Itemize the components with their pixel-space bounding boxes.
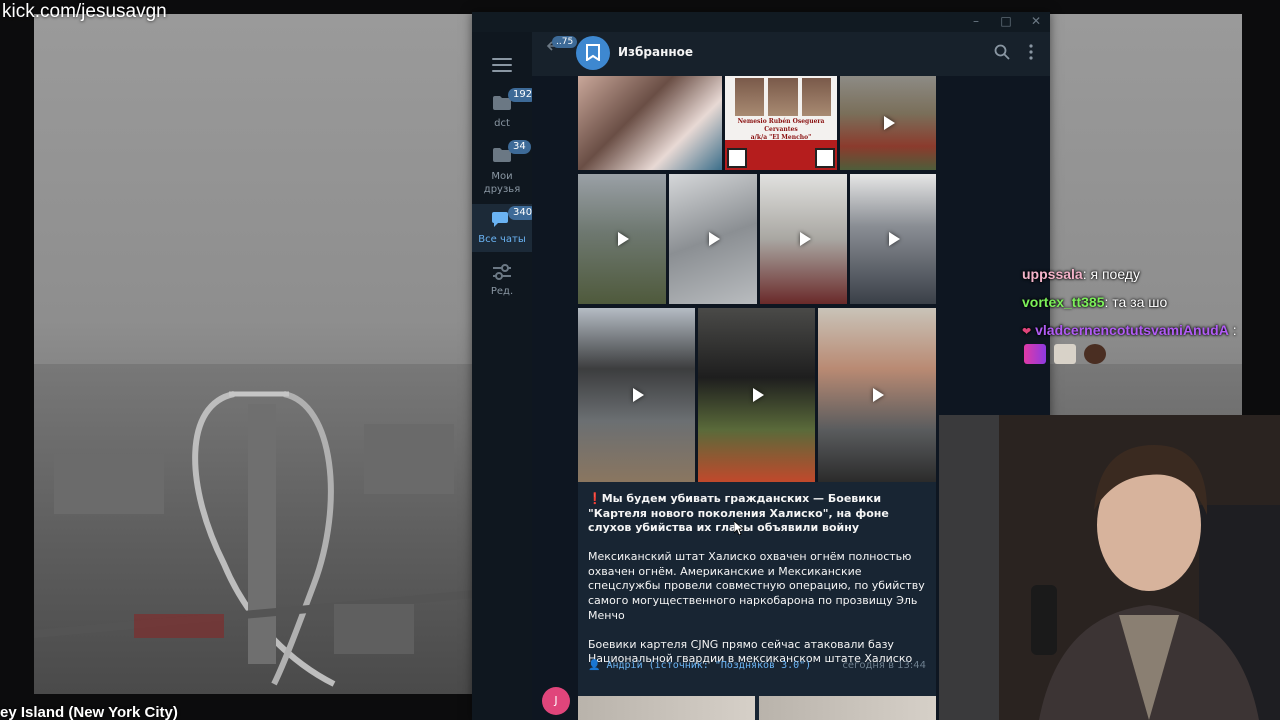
minimize-button[interactable]: – bbox=[966, 14, 986, 28]
chat-message: uppssala: я поеду bbox=[1022, 266, 1140, 282]
wanted-poster-photo[interactable]: Nemesio Rubén Oseguera Cervantes a/k/a "… bbox=[725, 76, 837, 170]
folder-icon: 192 bbox=[492, 88, 538, 112]
play-icon[interactable] bbox=[700, 226, 726, 252]
next-message-media[interactable] bbox=[578, 696, 936, 720]
window-titlebar: – □ ✕ bbox=[472, 12, 1050, 32]
location-caption: ey Island (New York City) bbox=[0, 704, 178, 720]
folder-label: dct bbox=[494, 118, 510, 129]
play-icon[interactable] bbox=[880, 226, 906, 252]
streamer-illustration bbox=[939, 415, 1280, 720]
chat-message: vortex_tt385: та за шо bbox=[1022, 294, 1167, 310]
media-video[interactable] bbox=[760, 174, 847, 304]
unread-badge: 34 bbox=[508, 140, 531, 154]
chat-username: uppssala bbox=[1022, 266, 1083, 282]
media-video[interactable] bbox=[850, 174, 936, 304]
heart-badge-icon: ❤ bbox=[1022, 326, 1032, 338]
play-icon[interactable] bbox=[875, 110, 901, 136]
emote-row bbox=[1024, 344, 1106, 364]
message-headline: ❗Мы будем убивать гражданских — Боевики … bbox=[588, 492, 926, 536]
chat-text: : bbox=[1228, 322, 1237, 338]
chat-title[interactable]: Избранное bbox=[618, 45, 693, 59]
message-time: сегодня в 13:44 bbox=[842, 660, 926, 671]
play-icon[interactable] bbox=[624, 382, 650, 408]
folder-label: Ред. bbox=[490, 286, 514, 297]
channel-url: kick.com/jesusavgn bbox=[2, 1, 167, 22]
folder-label: Все чаты bbox=[478, 234, 526, 245]
exclamation-icon: ❗ bbox=[588, 492, 602, 505]
sender-avatar[interactable]: J bbox=[542, 687, 570, 715]
folder-all-chats[interactable]: 340 Все чаты bbox=[472, 204, 538, 252]
search-icon[interactable] bbox=[994, 44, 1010, 64]
chat-header: ..75 Избранное bbox=[532, 32, 1050, 76]
sliders-icon bbox=[492, 264, 512, 280]
media-video[interactable] bbox=[578, 174, 666, 304]
cat-emote-icon bbox=[1054, 344, 1076, 364]
folder-sidebar: 192 dct 34 Мои друзья 340 Все чаты Ред. bbox=[472, 32, 538, 720]
post-signature[interactable]: 👤 Андрій (істочник: "Поздняков 3.0") bbox=[588, 660, 811, 671]
media-video[interactable] bbox=[840, 76, 936, 170]
webcam-feed bbox=[939, 415, 1280, 720]
qr-code bbox=[727, 148, 747, 168]
face-emote-icon bbox=[1084, 344, 1106, 364]
chat-message: ❤ vladcernencotutsvamiAnudA : bbox=[1022, 322, 1237, 338]
poster-name: Nemesio Rubén Oseguera Cervantes bbox=[737, 118, 825, 133]
message-footer: 👤 Андрій (істочник: "Поздняков 3.0") сег… bbox=[588, 660, 926, 676]
more-options-icon[interactable] bbox=[1028, 44, 1034, 64]
qr-code bbox=[815, 148, 835, 168]
chats-icon: 340 bbox=[492, 206, 538, 228]
maximize-button[interactable]: □ bbox=[996, 14, 1016, 28]
media-video[interactable] bbox=[698, 308, 815, 482]
unread-counter: ..75 bbox=[552, 36, 578, 48]
chat-text: : я поеду bbox=[1082, 266, 1140, 282]
message-bubble[interactable]: ❗Мы будем убивать гражданских — Боевики … bbox=[578, 482, 936, 720]
bookmark-icon bbox=[586, 44, 600, 61]
play-icon[interactable] bbox=[744, 382, 770, 408]
chat-text: : та за шо bbox=[1104, 294, 1168, 310]
play-icon[interactable] bbox=[791, 226, 817, 252]
folder-dct[interactable]: 192 dct bbox=[472, 88, 538, 146]
close-button[interactable]: ✕ bbox=[1026, 14, 1046, 28]
folder-icon: 34 bbox=[492, 140, 531, 164]
poster-text: Nemesio Rubén Oseguera Cervantes a/k/a "… bbox=[727, 118, 835, 142]
media-video[interactable] bbox=[818, 308, 936, 482]
folder-my-friends[interactable]: 34 Мои друзья bbox=[472, 140, 532, 204]
folder-edit[interactable]: Ред. bbox=[472, 264, 532, 304]
message-paragraph: Мексиканский штат Халиско охвачен огнём … bbox=[588, 550, 925, 622]
message-text: ❗Мы будем убивать гражданских — Боевики … bbox=[588, 492, 926, 681]
poster-banner bbox=[725, 140, 837, 170]
roller-coaster-illustration bbox=[34, 391, 474, 687]
poster-faces bbox=[735, 78, 831, 116]
chat-username: vortex_tt385 bbox=[1022, 294, 1105, 310]
menu-icon[interactable] bbox=[492, 58, 512, 72]
media-photo[interactable] bbox=[578, 76, 722, 170]
media-video[interactable] bbox=[578, 308, 695, 482]
play-icon[interactable] bbox=[609, 226, 635, 252]
folder-label: Мои друзья bbox=[483, 171, 521, 195]
music-emote-icon bbox=[1024, 344, 1046, 364]
stream-frame: kick.com/jesusavgn – □ ✕ 192 dct 34 Мои … bbox=[0, 0, 1280, 720]
play-icon[interactable] bbox=[864, 382, 890, 408]
chat-username: vladcernencotutsvamiAnudA bbox=[1035, 322, 1229, 338]
media-video[interactable] bbox=[669, 174, 757, 304]
mouse-cursor-icon bbox=[734, 521, 744, 535]
saved-messages-avatar[interactable] bbox=[576, 36, 610, 70]
